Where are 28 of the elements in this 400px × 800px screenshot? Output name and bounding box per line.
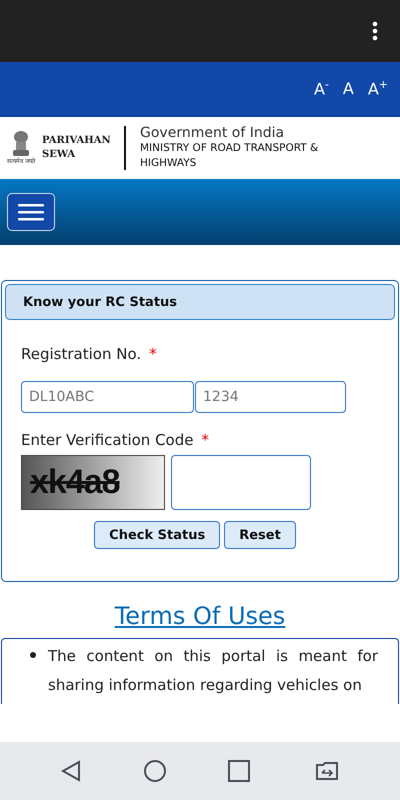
recents-icon[interactable]: [228, 760, 250, 782]
input-field[interactable]: [171, 455, 311, 510]
font-size-button[interactable]: A: [338, 77, 358, 100]
form-button[interactable]: Reset: [224, 521, 296, 549]
form-title: Know your RC Status: [5, 284, 395, 320]
bullet-icon: [30, 652, 36, 658]
required-mark: *: [149, 345, 157, 363]
brand-name: PARIVAHAN: [42, 134, 112, 148]
emblem-icon: [10, 131, 32, 157]
menu-button[interactable]: [7, 193, 55, 231]
back-icon[interactable]: [61, 760, 82, 782]
home-icon[interactable]: [144, 760, 166, 782]
field-label: Enter Verification Code: [21, 431, 194, 449]
font-size-button[interactable]: A$^{+}$: [364, 76, 392, 101]
form-button[interactable]: Check Status: [94, 521, 220, 549]
field-label: Registration No.: [21, 345, 142, 363]
terms-link[interactable]: Terms Of Uses: [114, 602, 286, 630]
input-field[interactable]: DL10ABC: [21, 381, 194, 413]
more-icon[interactable]: [372, 21, 378, 41]
menu-icon: [18, 203, 44, 221]
input-field[interactable]: 1234: [195, 381, 346, 413]
ministry-name: MINISTRY OF ROAD TRANSPORT & HIGHWAYS: [140, 141, 320, 171]
brand-name: SEWA: [42, 148, 76, 162]
org-name: Government of India: [140, 125, 286, 141]
font-size-button[interactable]: A$^{-}$: [310, 76, 333, 101]
captcha-image: xk4a8: [21, 455, 165, 510]
required-mark: *: [201, 431, 209, 449]
terms-text: The content on this portal is meant for sharing information regarding vehicles on: [48, 646, 378, 696]
